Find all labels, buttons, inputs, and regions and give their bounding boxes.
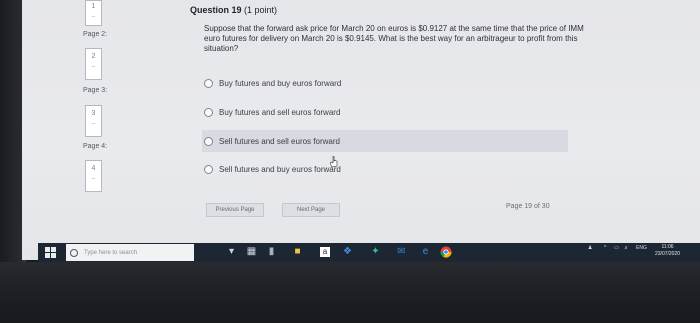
windows-start-icon[interactable] — [44, 246, 57, 259]
edge-icon[interactable]: e — [420, 245, 431, 258]
page-thumb-number: 3 — [91, 110, 96, 117]
amazon-icon[interactable]: a — [320, 247, 330, 257]
dropbox-icon[interactable]: ❖ — [342, 245, 353, 258]
language-indicator[interactable]: ENG — [636, 245, 647, 251]
radio-button[interactable] — [204, 78, 213, 88]
folder-icon[interactable]: ■ — [292, 245, 303, 258]
page-thumb-number: 2 — [91, 53, 96, 60]
previous-page-button[interactable]: Previous Page — [206, 203, 264, 217]
page-thumb-dash: -- — [91, 14, 96, 20]
page-thumb-number: 4 — [91, 165, 96, 172]
chevron-up-icon[interactable]: ^ — [604, 245, 606, 251]
question-number: Question 19 — [190, 5, 242, 15]
radio-button[interactable] — [204, 136, 213, 146]
monitor-bezel-bottom — [0, 262, 700, 323]
answer-option-3[interactable]: Sell futures and sell euros forward — [202, 130, 568, 152]
battery-icon[interactable]: ▭ — [614, 245, 619, 251]
answer-option-1[interactable]: Buy futures and buy euros forward — [204, 72, 341, 94]
answer-option-label: Buy futures and buy euros forward — [219, 78, 342, 88]
page-thumb-dash: -- — [91, 64, 96, 70]
answer-option-2[interactable]: Buy futures and sell euros forward — [204, 101, 340, 123]
answer-option-label: Buy futures and sell euros forward — [219, 107, 341, 117]
page-thumb-2[interactable]: 2 -- — [85, 48, 102, 80]
page-thumb-4[interactable]: 4 -- — [85, 160, 102, 192]
radio-button[interactable] — [204, 164, 213, 174]
page-thumb-number: 1 — [91, 3, 96, 10]
page-thumb-3[interactable]: 3 -- — [85, 105, 102, 137]
file-explorer-icon[interactable]: ▮ — [266, 245, 277, 258]
answer-option-label: Sell futures and sell euros forward — [219, 136, 340, 146]
question-title: Question 19 (1 point) — [190, 5, 277, 15]
kaspersky-icon[interactable]: ✦ — [370, 245, 381, 258]
answer-option-4[interactable]: Sell futures and buy euros forward — [204, 158, 341, 180]
question-points: (1 point) — [244, 5, 278, 15]
clock-date: 23/07/2020 — [655, 251, 681, 257]
microphone-icon[interactable]: ▾ — [226, 245, 237, 258]
chrome-icon[interactable] — [440, 246, 452, 258]
page-thumb-dash: -- — [91, 121, 96, 127]
page-label-4: Page 4: — [83, 143, 108, 150]
radio-button[interactable] — [204, 107, 213, 117]
page-counter: Page 19 of 30 — [506, 203, 550, 210]
next-page-button[interactable]: Next Page — [282, 203, 340, 217]
cortana-search-icon — [70, 248, 78, 257]
page-label-2: Page 2: — [83, 31, 108, 38]
clock-time: 11:06 — [661, 244, 674, 250]
hand-cursor-icon — [330, 156, 338, 168]
page-thumb-dash: -- — [91, 176, 96, 182]
taskbar-clock[interactable]: 11:06 23/07/2020 — [655, 244, 680, 258]
search-placeholder: Type here to search — [84, 249, 138, 256]
question-text: Suppose that the forward ask price for M… — [204, 24, 584, 53]
page-thumb-1[interactable]: 1 -- — [85, 0, 102, 26]
answer-option-label: Sell futures and buy euros forward — [219, 164, 341, 174]
taskbar-search-input[interactable]: Type here to search — [66, 244, 194, 261]
people-icon[interactable]: ♟ — [588, 245, 592, 251]
page-label-3: Page 3: — [83, 87, 108, 94]
volume-icon[interactable]: ♬ — [624, 245, 629, 251]
mail-icon[interactable]: ✉ — [396, 245, 407, 258]
task-view-icon[interactable]: ▦ — [246, 245, 257, 258]
